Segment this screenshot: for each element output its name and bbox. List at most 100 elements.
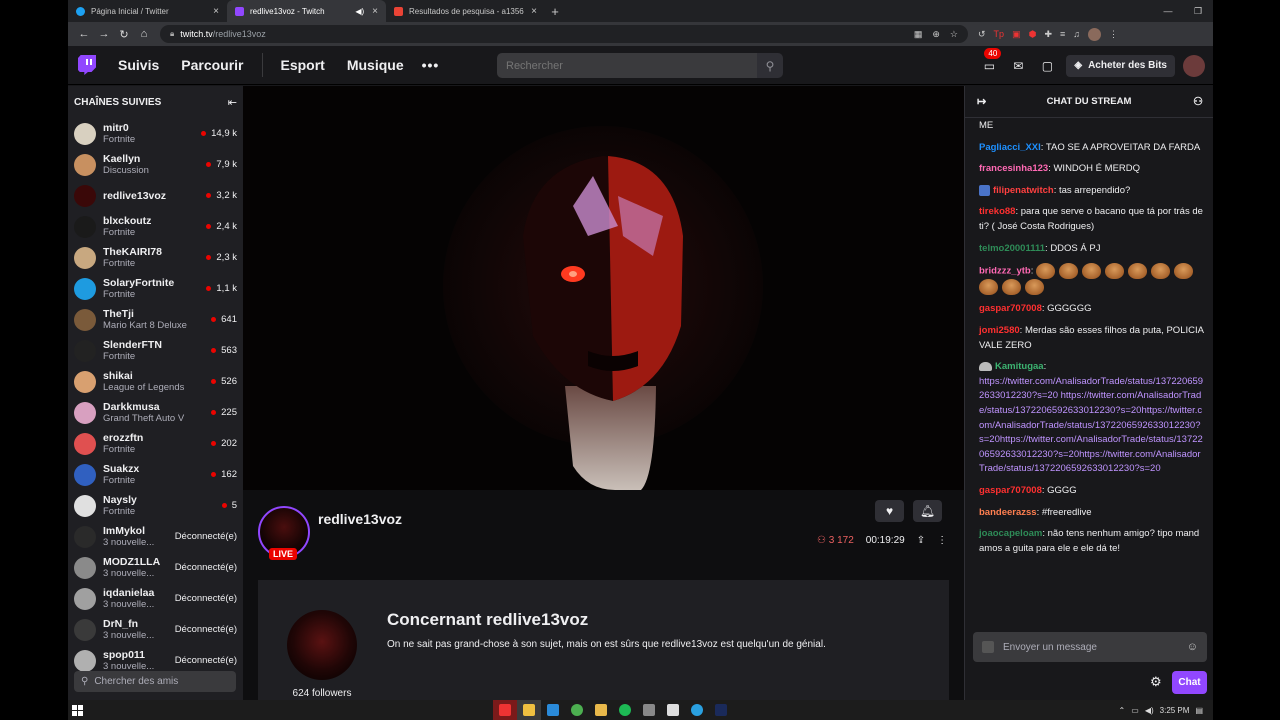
share-icon[interactable]: ⇪ (917, 535, 925, 546)
chat-username[interactable]: Kamitugaa (995, 361, 1044, 372)
friends-search-input[interactable]: ⚲ Chercher des amis (74, 671, 236, 692)
emote-icon[interactable] (1128, 263, 1148, 280)
qr-icon[interactable]: ▦ (914, 29, 923, 40)
gear-icon[interactable]: ⚙ (1150, 674, 1162, 690)
emote-icon[interactable] (1036, 263, 1056, 280)
tab-twitch[interactable]: redlive13voz - Twitch ◀) × (227, 0, 386, 22)
sidebar-channel-item[interactable]: ImMykol 3 nouvelle... Déconnecté(e) (68, 521, 243, 552)
sidebar-channel-item[interactable]: TheKAIRI78 Fortnite 2,3 k (68, 242, 243, 273)
sidebar-channel-item[interactable]: SlenderFTN Fortnite 563 (68, 335, 243, 366)
back-icon[interactable]: ← (74, 28, 94, 40)
chevron-up-icon[interactable]: ⌃ (1119, 706, 1126, 715)
emote-icon[interactable] (979, 279, 998, 296)
taskbar-app-photos[interactable] (661, 700, 685, 720)
collapse-chat-icon[interactable]: ↦ (977, 95, 986, 108)
nav-link-music[interactable]: Musique (347, 57, 404, 73)
media-icon[interactable]: ♫ (1073, 29, 1080, 39)
nav-link-following[interactable]: Suivis (118, 57, 159, 73)
emote-icon[interactable] (1105, 263, 1125, 280)
chat-username[interactable]: gaspar707008 (979, 485, 1042, 496)
chat-username[interactable]: filipenatwitch (993, 185, 1054, 196)
taskbar-app-chrome[interactable] (565, 700, 589, 720)
sidebar-channel-item[interactable]: Naysly Fortnite 5 (68, 490, 243, 521)
forward-icon[interactable]: → (94, 28, 114, 40)
url-field[interactable]: 🔒︎ twitch.tv/redlive13voz ▦ ⊕ ☆ (160, 25, 968, 43)
star-icon[interactable]: ☆ (950, 29, 958, 40)
puzzle-icon[interactable]: ✚ (1044, 29, 1052, 40)
follow-button[interactable]: ♥ (875, 500, 904, 522)
taskbar-app-explorer[interactable] (517, 700, 541, 720)
sidebar-channel-item[interactable]: mitr0 Fortnite 14,9 k (68, 118, 243, 149)
extension-ublock-icon[interactable]: ⬢ (1029, 29, 1037, 40)
close-icon[interactable]: × (213, 6, 219, 17)
emote-icon[interactable] (1059, 263, 1079, 280)
sidebar-channel-item[interactable]: MODZ1LLA 3 nouvelle... Déconnecté(e) (68, 552, 243, 583)
taskbar-app-vscode[interactable] (541, 700, 565, 720)
minimize-icon[interactable]: — (1153, 0, 1183, 22)
community-icon[interactable]: ⚇ (1193, 95, 1203, 108)
close-icon[interactable]: × (531, 6, 537, 17)
reload-icon[interactable]: ↻ (114, 28, 134, 41)
playlist-icon[interactable]: ≡ (1060, 29, 1065, 39)
sidebar-channel-item[interactable]: SolaryFortnite Fortnite 1,1 k (68, 273, 243, 304)
taskbar-app-tool[interactable] (637, 700, 661, 720)
channel-name[interactable]: redlive13voz (318, 511, 402, 527)
sidebar-channel-item[interactable]: blxckoutz Fortnite 2,4 k (68, 211, 243, 242)
sidebar-channel-item[interactable]: TheTji Mario Kart 8 Deluxe 641 (68, 304, 243, 335)
windows-start-icon[interactable] (72, 704, 92, 716)
send-chat-button[interactable]: Chat (1172, 671, 1207, 694)
more-options-icon[interactable]: ⋮ (937, 535, 947, 546)
sidebar-channel-item[interactable]: erozzftn Fortnite 202 (68, 428, 243, 459)
notification-center-icon[interactable]: ▤ (1195, 706, 1203, 715)
chat-username[interactable]: bridzzz_ytb (979, 266, 1031, 277)
clock[interactable]: 3:25 PM (1160, 706, 1190, 715)
emote-icon[interactable] (1025, 279, 1044, 296)
tab-gmail[interactable]: Resultados de pesquisa - a1356 × (386, 0, 545, 22)
emote-icon[interactable] (1082, 263, 1102, 280)
video-player[interactable] (243, 86, 964, 490)
extension-tp-icon[interactable]: Tp (994, 29, 1005, 39)
chat-username[interactable]: tireko88 (979, 206, 1015, 217)
taskbar-app-red[interactable] (493, 700, 517, 720)
sidebar-channel-item[interactable]: Darkkmusa Grand Theft Auto V 225 (68, 397, 243, 428)
chat-username[interactable]: jomi2580 (979, 325, 1020, 336)
chat-username[interactable]: joaocapeloam (979, 528, 1042, 539)
sidebar-channel-item[interactable]: iqdanielaa 3 nouvelle... Déconnecté(e) (68, 583, 243, 614)
taskbar-app-folder[interactable] (589, 700, 613, 720)
chat-username[interactable]: Pagliacci_XXI (979, 142, 1041, 153)
extension-video-icon[interactable]: ▣ (1012, 29, 1021, 40)
chat-username[interactable]: bandeerazss (979, 507, 1037, 518)
nav-link-esports[interactable]: Esport (281, 57, 325, 73)
user-avatar[interactable] (1183, 54, 1205, 77)
mail-icon[interactable]: ✉ (1007, 55, 1029, 77)
chat-username[interactable]: telmo20001111 (979, 243, 1045, 254)
emote-icon[interactable] (1002, 279, 1021, 296)
chat-link[interactable]: https://twitter.com/AnalisadorTrade/stat… (979, 376, 1203, 475)
get-bits-button[interactable]: ◈ Acheter des Bits (1066, 54, 1175, 77)
nav-link-browse[interactable]: Parcourir (181, 57, 243, 73)
twitch-logo-icon[interactable] (78, 55, 96, 75)
new-tab-button[interactable]: + (545, 0, 565, 22)
search-icon[interactable]: ⚲ (757, 53, 783, 78)
network-icon[interactable]: ▭ (1131, 706, 1139, 715)
chat-username[interactable]: francesinha123 (979, 163, 1048, 174)
restore-icon[interactable]: ❐ (1183, 0, 1213, 22)
whispers-icon[interactable]: ▢ (1036, 55, 1058, 77)
home-icon[interactable]: ⌂ (134, 28, 154, 40)
speaker-icon[interactable]: ◀) (355, 7, 364, 16)
sidebar-channel-item[interactable]: Suakzx Fortnite 162 (68, 459, 243, 490)
menu-icon[interactable]: ⋮ (1109, 29, 1118, 40)
subscriber-badge-icon[interactable] (979, 184, 990, 196)
notifications-bell-button[interactable]: 🔔︎ (913, 500, 942, 522)
sidebar-channel-item[interactable]: DrN_fn 3 nouvelle... Déconnecté(e) (68, 614, 243, 645)
cap-badge-icon[interactable] (979, 362, 992, 372)
volume-icon[interactable]: ◀) (1145, 706, 1154, 715)
zoom-icon[interactable]: ⊕ (932, 29, 940, 40)
channel-points-icon[interactable] (982, 641, 994, 653)
emote-icon[interactable] (1174, 263, 1194, 280)
chat-username[interactable]: gaspar707008 (979, 303, 1042, 314)
close-icon[interactable]: × (372, 6, 378, 17)
more-icon[interactable]: ••• (422, 57, 440, 73)
search-input[interactable] (497, 53, 757, 78)
sidebar-channel-item[interactable]: redlive13voz 3,2 k (68, 180, 243, 211)
